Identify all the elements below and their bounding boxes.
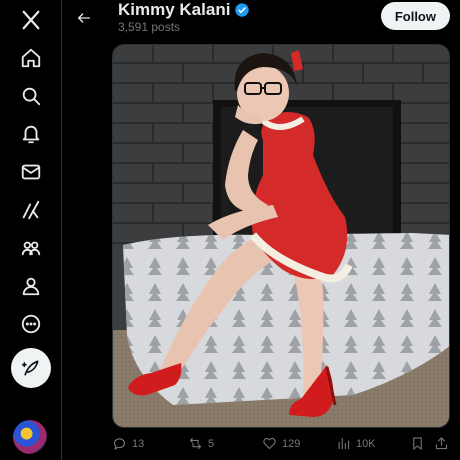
like-count: 129 xyxy=(282,437,301,450)
share-icon xyxy=(435,437,448,450)
search-icon[interactable] xyxy=(13,78,49,114)
views-button[interactable]: 10K xyxy=(336,436,376,451)
sidebar xyxy=(0,0,62,460)
post-media[interactable] xyxy=(112,44,450,428)
messages-icon[interactable] xyxy=(13,154,49,190)
bookmark-button[interactable] xyxy=(410,436,425,451)
profile-name: Kimmy Kalani xyxy=(118,0,231,19)
post-photo xyxy=(113,45,449,427)
verified-badge-icon xyxy=(234,2,250,18)
profile-header: Kimmy Kalani 3,591 posts Follow xyxy=(62,0,460,42)
grok-icon[interactable] xyxy=(13,192,49,228)
repost-icon xyxy=(189,437,202,450)
share-button[interactable] xyxy=(434,436,449,451)
view-count: 10K xyxy=(356,437,376,450)
post-count: 3,591 posts xyxy=(118,20,181,34)
repost-button[interactable]: 5 xyxy=(188,436,214,451)
more-icon[interactable] xyxy=(13,306,49,342)
compose-post-button[interactable] xyxy=(11,348,51,388)
back-arrow-icon[interactable] xyxy=(70,4,98,32)
reply-icon xyxy=(113,438,125,450)
communities-icon[interactable] xyxy=(13,230,49,266)
home-icon[interactable] xyxy=(13,40,49,76)
x-logo-icon[interactable] xyxy=(13,2,49,38)
follow-button[interactable]: Follow xyxy=(380,2,450,30)
bookmark-icon xyxy=(413,437,422,450)
profile-icon[interactable] xyxy=(13,268,49,304)
reply-button[interactable]: 13 xyxy=(112,436,144,451)
views-icon xyxy=(338,437,350,450)
like-button[interactable]: 129 xyxy=(262,436,300,451)
title-row: Kimmy Kalani xyxy=(118,0,250,20)
post-actions: 13 5 129 10K xyxy=(112,436,452,456)
heart-icon xyxy=(263,437,276,450)
reply-count: 13 xyxy=(132,437,145,450)
feather-plus-icon xyxy=(21,360,39,376)
notifications-icon[interactable] xyxy=(13,116,49,152)
account-avatar[interactable] xyxy=(13,420,47,454)
repost-count: 5 xyxy=(208,437,215,450)
